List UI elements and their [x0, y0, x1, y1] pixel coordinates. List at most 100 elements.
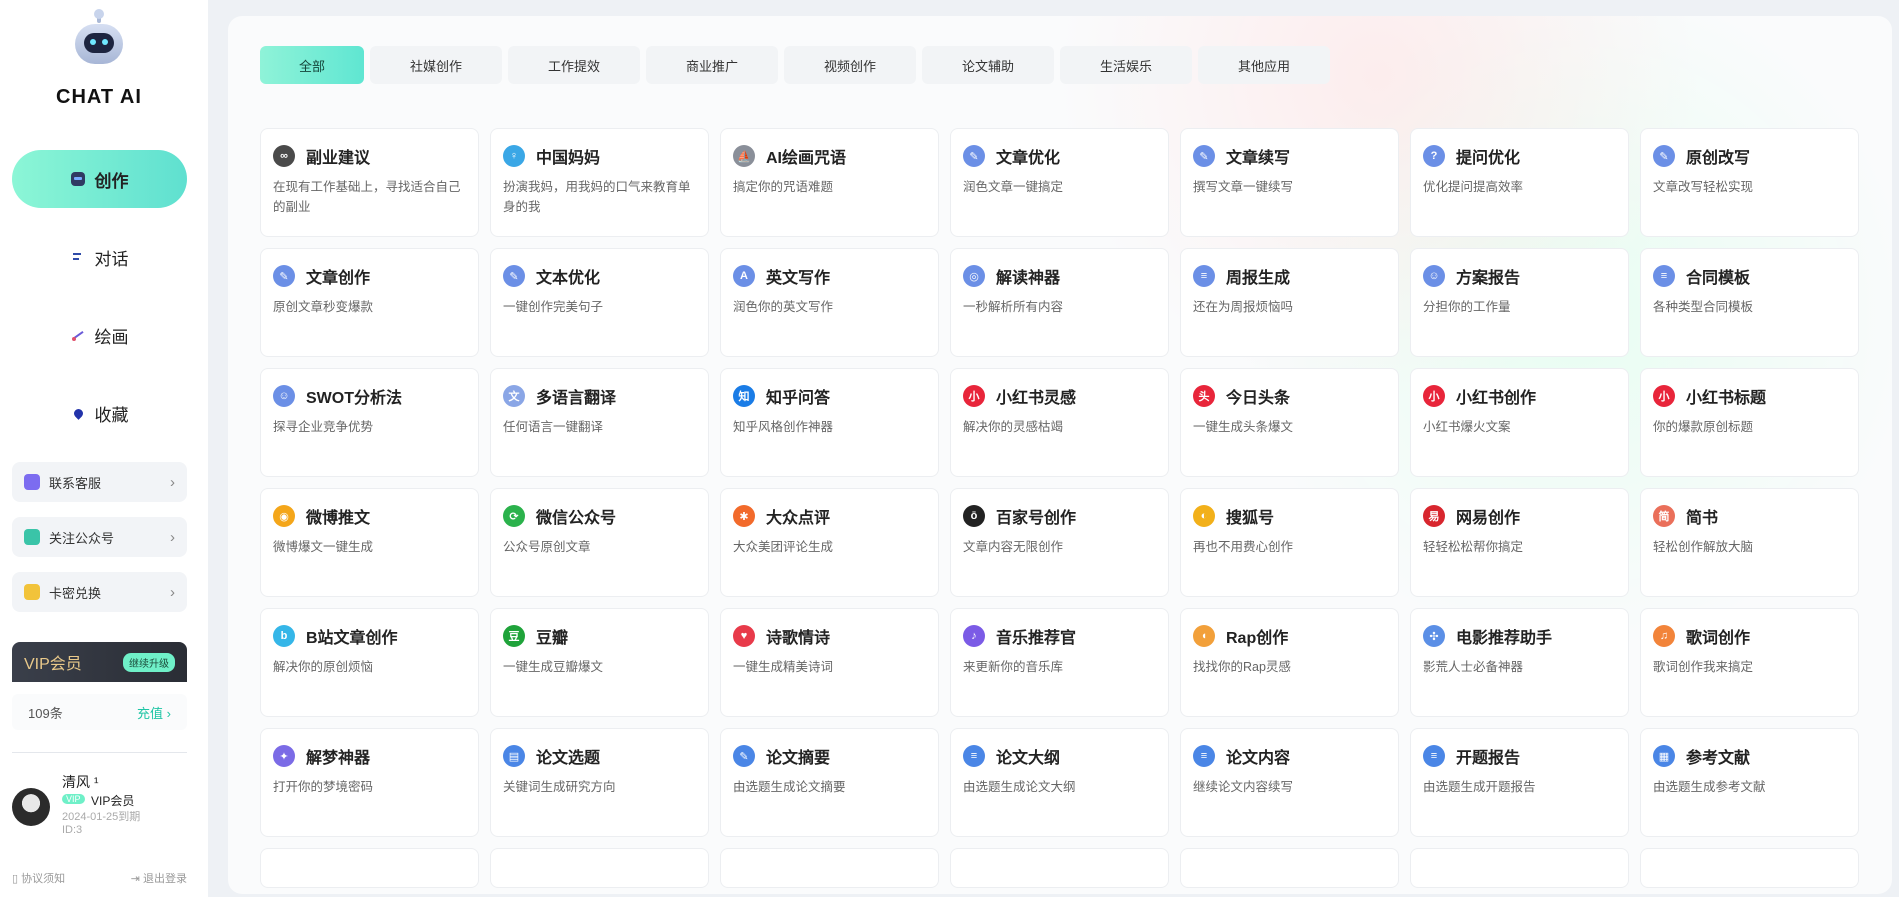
app-card[interactable]: ō 百家号创作 文章内容无限创作 [950, 488, 1169, 597]
music-icon: ♪ [963, 625, 985, 647]
app-card[interactable]: ∞ 副业建议 在现有工作基础上，寻找适合自己的副业 [260, 128, 479, 237]
app-card[interactable]: ✣ 电影推荐助手 影荒人士必备神器 [1410, 608, 1629, 717]
card-title: 提问优化 [1456, 150, 1521, 167]
redeem-card-label: 卡密兑换 [49, 585, 102, 601]
recharge-link[interactable]: 充值 › [137, 703, 171, 722]
app-card-placeholder[interactable] [1640, 848, 1859, 888]
app-card[interactable]: ✎ 论文摘要 由选题生成论文摘要 [720, 728, 939, 837]
app-card[interactable]: 小小红书标题 你的爆款原创标题 [1640, 368, 1859, 477]
app-card[interactable]: ✦ 解梦神器 打开你的梦境密码 [260, 728, 479, 837]
card-desc: 一秒解析所有内容 [963, 300, 1064, 314]
app-card[interactable]: 豆豆瓣 一键生成豆瓣爆文 [490, 608, 709, 717]
card-title: 微信公众号 [536, 510, 617, 527]
app-card[interactable]: ⟳ 微信公众号 公众号原创文章 [490, 488, 709, 597]
nav-item-dialog[interactable]: 对话 [12, 228, 187, 286]
redeem-card-button[interactable]: 卡密兑换 › [12, 572, 187, 612]
glasses-icon: ∞ [273, 145, 295, 167]
nav-item-favorite[interactable]: 收藏 [12, 384, 187, 442]
nav-item-create[interactable]: 创作 [12, 150, 187, 208]
app-card[interactable]: ✎ 文章优化 润色文章一键搞定 [950, 128, 1169, 237]
app-card[interactable]: ♫ 歌词创作 歌词创作我来搞定 [1640, 608, 1859, 717]
card-title: 论文大纲 [996, 750, 1061, 767]
tab-3[interactable]: 商业推广 [646, 46, 778, 84]
app-card[interactable]: ✎ 原创改写 文章改写轻松实现 [1640, 128, 1859, 237]
weekly-report-icon: ≡ [1193, 265, 1215, 287]
card-desc: 打开你的梦境密码 [273, 780, 374, 794]
card-title: SWOT分析法 [306, 390, 402, 407]
avatar[interactable] [12, 788, 50, 826]
card-title: 英文写作 [766, 270, 831, 287]
english-icon: A [733, 265, 755, 287]
tab-6[interactable]: 生活娱乐 [1060, 46, 1192, 84]
app-card[interactable]: ◐ 搜狐号 再也不用费心创作 [1180, 488, 1399, 597]
upgrade-button[interactable]: 继续升级 [123, 652, 175, 672]
tab-1[interactable]: 社媒创作 [370, 46, 502, 84]
card-desc: 分担你的工作量 [1423, 300, 1511, 314]
app-card-placeholder[interactable] [950, 848, 1169, 888]
favorite-icon [71, 406, 85, 420]
app-card-placeholder[interactable] [720, 848, 939, 888]
tab-2[interactable]: 工作提效 [508, 46, 640, 84]
toutiao-icon: 头 [1193, 385, 1215, 407]
douban-icon: 豆 [503, 625, 525, 647]
app-card[interactable]: 易网易创作 轻轻松松帮你搞定 [1410, 488, 1629, 597]
app-card[interactable]: 小小红书灵感 解决你的灵感枯竭 [950, 368, 1169, 477]
chevron-right-icon: › [170, 473, 175, 491]
app-card[interactable]: 简简书 轻松创作解放大脑 [1640, 488, 1859, 597]
chat-bot-icon [70, 172, 85, 186]
app-card[interactable]: 头今日头条 一键生成头条爆文 [1180, 368, 1399, 477]
card-head: ? 提问优化 [1423, 145, 1616, 167]
card-head: 简简书 [1653, 505, 1846, 527]
app-card[interactable]: ≡ 开题报告 由选题生成开题报告 [1410, 728, 1629, 837]
card-title: 诗歌情诗 [766, 630, 831, 647]
app-card[interactable]: ◖ Rap创作 找找你的Rap灵感 [1180, 608, 1399, 717]
tab-7[interactable]: 其他应用 [1198, 46, 1330, 84]
app-card[interactable]: ≡ 合同模板 各种类型合同模板 [1640, 248, 1859, 357]
follow-account-button[interactable]: 关注公众号 › [12, 517, 187, 557]
card-title: 豆瓣 [536, 630, 569, 647]
app-card[interactable]: ♪ 音乐推荐官 来更新你的音乐库 [950, 608, 1169, 717]
app-card[interactable]: ▦ 参考文献 由选题生成参考文献 [1640, 728, 1859, 837]
card-desc: 解决你的原创烦恼 [273, 660, 374, 674]
app-card[interactable]: ♀ 中国妈妈 扮演我妈，用我妈的口气来教育单身的我 [490, 128, 709, 237]
card-head: 文多语言翻译 [503, 385, 696, 407]
tab-5[interactable]: 论文辅助 [922, 46, 1054, 84]
card-desc: 歌词创作我来搞定 [1653, 660, 1754, 674]
app-card[interactable]: ✎ 文章续写 撰写文章一键续写 [1180, 128, 1399, 237]
app-card[interactable]: 知知乎问答 知乎风格创作神器 [720, 368, 939, 477]
agreement-link[interactable]: ▯ 协议须知 [12, 870, 65, 886]
app-card[interactable]: ✎ 文章创作 原创文章秒变爆款 [260, 248, 479, 357]
app-card[interactable]: ▤ 论文选题 关键词生成研究方向 [490, 728, 709, 837]
contact-service-button[interactable]: 联系客服 › [12, 462, 187, 502]
card-desc: 优化提问提高效率 [1423, 180, 1524, 194]
app-card-placeholder[interactable] [1180, 848, 1399, 888]
app-card[interactable]: b B站文章创作 解决你的原创烦恼 [260, 608, 479, 717]
app-card[interactable]: ☺ 方案报告 分担你的工作量 [1410, 248, 1629, 357]
app-card[interactable]: ♥ 诗歌情诗 一键生成精美诗词 [720, 608, 939, 717]
logout-link[interactable]: ⇥ 退出登录 [131, 870, 187, 886]
app-card[interactable]: ? 提问优化优化提问提高效率 [1410, 128, 1629, 237]
app-card[interactable]: ◎ 解读神器 一秒解析所有内容 [950, 248, 1169, 357]
xiaohongshu-icon: 小 [1653, 385, 1675, 407]
app-card-placeholder[interactable] [490, 848, 709, 888]
app-card[interactable]: ☺ SWOT分析法 探寻企业竞争优势 [260, 368, 479, 477]
app-card-placeholder[interactable] [1410, 848, 1629, 888]
app-card[interactable]: ✱ 大众点评 大众美团评论生成 [720, 488, 939, 597]
app-card[interactable]: ≡ 论文内容 继续论文内容续写 [1180, 728, 1399, 837]
balance-count: 109条 [28, 705, 63, 721]
app-card[interactable]: ⛵ AI绘画咒语 搞定你的咒语难题 [720, 128, 939, 237]
tab-4[interactable]: 视频创作 [784, 46, 916, 84]
nav-item-draw[interactable]: 绘画 [12, 306, 187, 364]
app-card[interactable]: ≡ 论文大纲 由选题生成论文大纲 [950, 728, 1169, 837]
card-head: ♥ 诗歌情诗 [733, 625, 926, 647]
app-card[interactable]: ✎ 文本优化 一键创作完美句子 [490, 248, 709, 357]
app-card-placeholder[interactable] [260, 848, 479, 888]
paper-content-icon: ≡ [1193, 745, 1215, 767]
app-card[interactable]: 文多语言翻译 任何语言一键翻译 [490, 368, 709, 477]
app-card[interactable]: 小小红书创作 小红书爆火文案 [1410, 368, 1629, 477]
app-card[interactable]: ◉ 微博推文 微博爆文一键生成 [260, 488, 479, 597]
app-card[interactable]: ≡ 周报生成 还在为周报烦恼吗 [1180, 248, 1399, 357]
tab-0[interactable]: 全部 [260, 46, 364, 84]
vip-balance: 109条 充值 › [12, 694, 187, 730]
app-card[interactable]: A 英文写作 润色你的英文写作 [720, 248, 939, 357]
